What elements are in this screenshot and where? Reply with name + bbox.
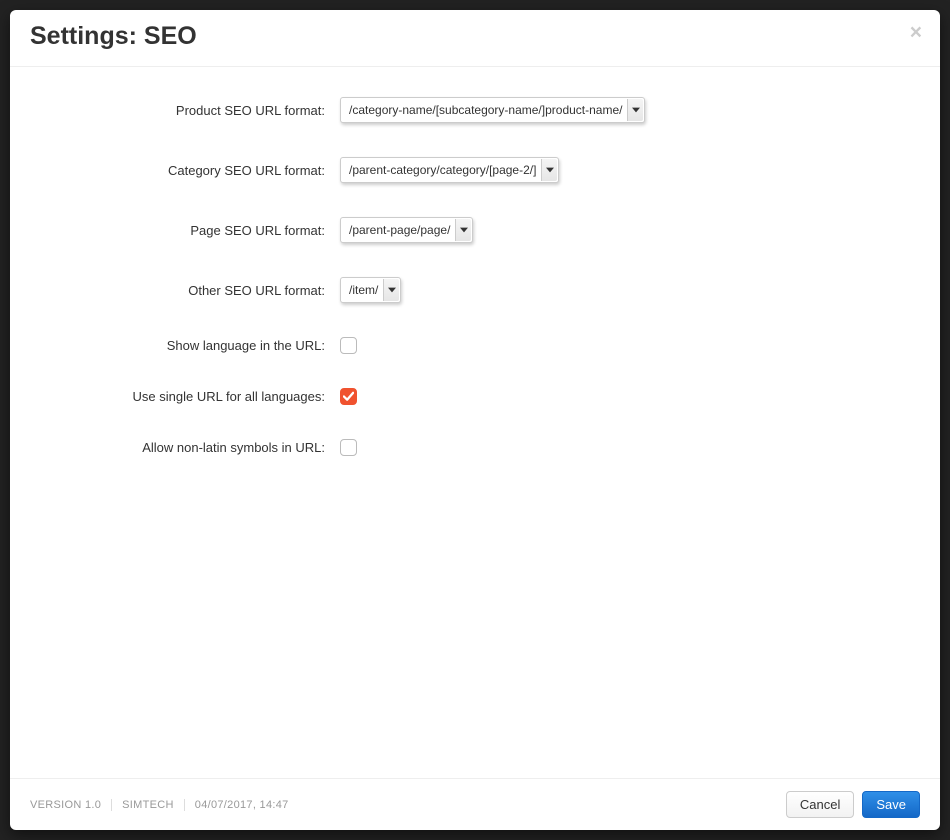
field-page-seo-url: Page SEO URL format: /parent-page/page/	[30, 217, 920, 243]
field-label: Other SEO URL format:	[30, 283, 340, 298]
show-language-checkbox[interactable]	[340, 337, 357, 354]
field-category-seo-url: Category SEO URL format: /parent-categor…	[30, 157, 920, 183]
page-seo-url-select[interactable]: /parent-page/page/	[340, 217, 473, 243]
footer-meta: VERSION 1.0 SIMTECH 04/07/2017, 14:47	[30, 799, 289, 811]
chevron-down-icon	[627, 99, 643, 121]
category-seo-url-select[interactable]: /parent-category/category/[page-2/]	[340, 157, 559, 183]
field-label: Category SEO URL format:	[30, 163, 340, 178]
footer-vendor: SIMTECH	[122, 799, 174, 811]
footer-divider	[111, 799, 112, 811]
non-latin-checkbox[interactable]	[340, 439, 357, 456]
field-label: Page SEO URL format:	[30, 223, 340, 238]
select-value: /parent-category/category/[page-2/]	[341, 158, 558, 182]
modal-footer: VERSION 1.0 SIMTECH 04/07/2017, 14:47 Ca…	[10, 778, 940, 830]
field-label: Product SEO URL format:	[30, 103, 340, 118]
select-value: /parent-page/page/	[341, 218, 472, 242]
field-single-url: Use single URL for all languages:	[30, 388, 920, 405]
chevron-down-icon	[383, 279, 399, 301]
field-label: Allow non-latin symbols in URL:	[30, 440, 340, 455]
field-product-seo-url: Product SEO URL format: /category-name/[…	[30, 97, 920, 123]
field-label: Show language in the URL:	[30, 338, 340, 353]
settings-modal: Settings: SEO × Product SEO URL format: …	[10, 10, 940, 830]
chevron-down-icon	[455, 219, 471, 241]
chevron-down-icon	[541, 159, 557, 181]
save-button[interactable]: Save	[862, 791, 920, 818]
field-non-latin: Allow non-latin symbols in URL:	[30, 439, 920, 456]
modal-body: Product SEO URL format: /category-name/[…	[10, 67, 940, 778]
close-icon[interactable]: ×	[910, 22, 922, 43]
other-seo-url-select[interactable]: /item/	[340, 277, 401, 303]
cancel-button[interactable]: Cancel	[786, 791, 854, 818]
field-label: Use single URL for all languages:	[30, 389, 340, 404]
footer-datetime: 04/07/2017, 14:47	[195, 799, 289, 811]
modal-header: Settings: SEO ×	[10, 10, 940, 67]
check-icon	[343, 391, 354, 402]
single-url-checkbox[interactable]	[340, 388, 357, 405]
field-other-seo-url: Other SEO URL format: /item/	[30, 277, 920, 303]
footer-version: VERSION 1.0	[30, 799, 101, 811]
field-show-language: Show language in the URL:	[30, 337, 920, 354]
select-value: /category-name/[subcategory-name/]produc…	[341, 98, 644, 122]
product-seo-url-select[interactable]: /category-name/[subcategory-name/]produc…	[340, 97, 645, 123]
modal-title: Settings: SEO	[30, 22, 920, 51]
footer-divider	[184, 799, 185, 811]
